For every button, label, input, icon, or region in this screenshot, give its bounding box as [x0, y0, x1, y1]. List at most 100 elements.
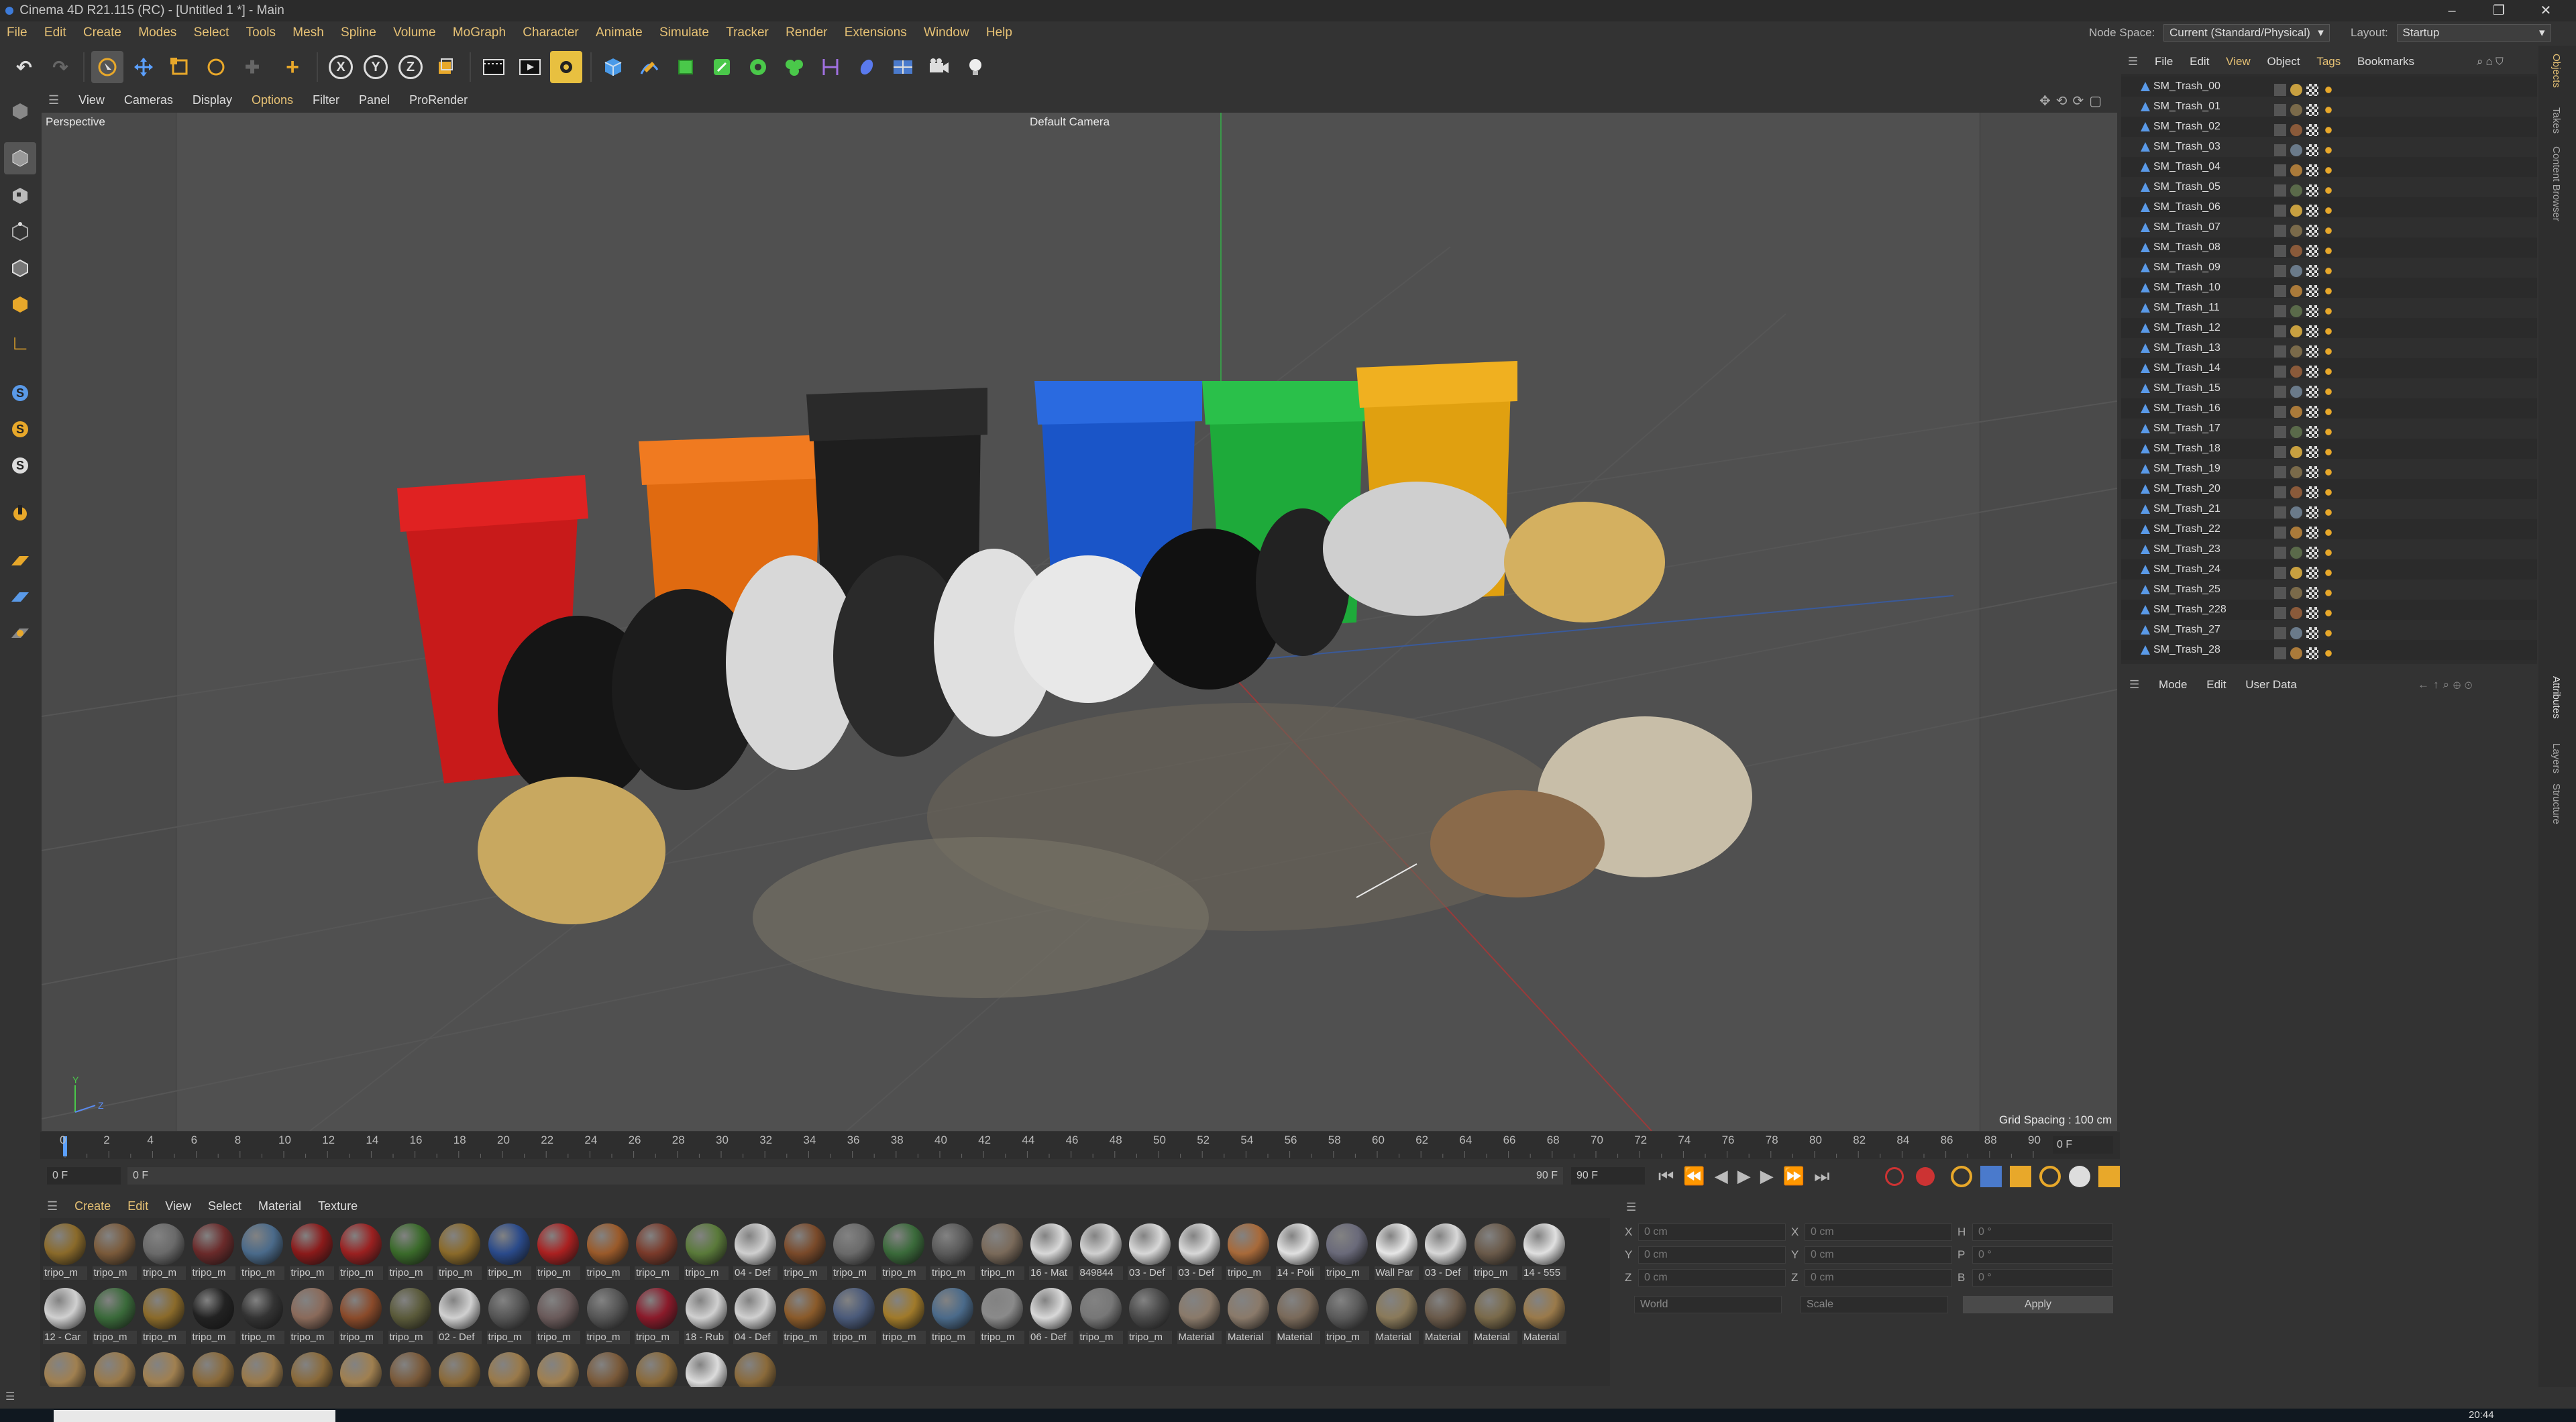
play-icon[interactable]: ▶ — [1737, 1166, 1760, 1186]
phong-tag-icon[interactable] — [2322, 405, 2334, 418]
material-tag-icon[interactable] — [2290, 606, 2302, 619]
visibility-toggle-icon[interactable] — [2274, 425, 2286, 438]
status-hamburger-icon[interactable]: ☰ — [5, 1390, 15, 1403]
texture-tag-icon[interactable] — [2306, 305, 2318, 317]
position-z-field[interactable]: 0 cm — [1638, 1269, 1786, 1287]
viewport-menu-panel[interactable]: Panel — [351, 89, 398, 111]
material-tag-icon[interactable] — [2290, 345, 2302, 358]
material-tag-icon[interactable] — [2290, 123, 2302, 136]
key-position-icon[interactable] — [1980, 1166, 2002, 1187]
object-row[interactable]: SM_Trash_05 — [2121, 177, 2537, 197]
texture-tag-icon[interactable] — [2306, 466, 2318, 478]
material-swatch[interactable]: 14 - Poli — [1275, 1222, 1320, 1282]
attributes-menu-edit[interactable]: Edit — [2198, 671, 2234, 699]
phong-tag-icon[interactable] — [2322, 103, 2334, 116]
viewport-hamburger-icon[interactable]: ☰ — [40, 89, 67, 111]
material-swatch[interactable]: tripo_m — [832, 1287, 876, 1347]
material-swatch[interactable]: tripo_m — [240, 1222, 284, 1282]
keyframe-selection-icon[interactable] — [1951, 1166, 1972, 1187]
material-swatch[interactable]: tripo_m — [979, 1222, 1024, 1282]
tweak-mode-icon[interactable] — [4, 498, 36, 530]
visibility-toggle-icon[interactable] — [2274, 546, 2286, 559]
rotate-icon[interactable] — [200, 51, 232, 83]
texture-tag-icon[interactable] — [2306, 244, 2318, 257]
material-swatch[interactable]: Material — [1275, 1287, 1320, 1347]
preview-range-bar[interactable]: 0 F 90 F — [127, 1167, 1563, 1185]
visibility-toggle-icon[interactable] — [2274, 345, 2286, 358]
material-tag-icon[interactable] — [2290, 626, 2302, 639]
scale-icon[interactable] — [164, 51, 196, 83]
visibility-toggle-icon[interactable] — [2274, 606, 2286, 619]
material-swatch[interactable]: Material — [1374, 1287, 1419, 1347]
material-swatch[interactable]: tripo_m — [388, 1287, 433, 1347]
texture-tag-icon[interactable] — [2306, 586, 2318, 599]
object-menu-edit[interactable]: Edit — [2183, 51, 2216, 72]
next-frame-icon[interactable]: ▶ — [1760, 1166, 1783, 1186]
light-icon[interactable] — [959, 51, 991, 83]
menu-character[interactable]: Character — [516, 21, 585, 44]
tab-layers[interactable]: Layers — [2551, 743, 2562, 773]
cloner-icon[interactable] — [742, 51, 774, 83]
material-menu-edit[interactable]: Edit — [121, 1195, 155, 1217]
object-row[interactable]: SM_Trash_25 — [2121, 580, 2537, 600]
material-swatch[interactable]: tripo_m — [1226, 1222, 1271, 1282]
tab-attributes[interactable]: Attributes — [2551, 676, 2562, 718]
material-tag-icon[interactable] — [2290, 224, 2302, 237]
phong-tag-icon[interactable] — [2322, 224, 2334, 237]
texture-tag-icon[interactable] — [2306, 325, 2318, 337]
material-swatch[interactable]: tripo_m — [881, 1222, 926, 1282]
visibility-toggle-icon[interactable] — [2274, 506, 2286, 518]
material-tag-icon[interactable] — [2290, 405, 2302, 418]
object-row[interactable]: SM_Trash_20 — [2121, 479, 2537, 499]
material-tag-icon[interactable] — [2290, 244, 2302, 257]
minimize-button[interactable]: – — [2428, 0, 2475, 21]
viewport-nav-icons[interactable]: ✥⟲⟳▢ — [2039, 93, 2107, 109]
menu-modes[interactable]: Modes — [131, 21, 183, 44]
texture-tag-icon[interactable] — [2306, 204, 2318, 217]
material-swatch[interactable]: 04 - Def — [733, 1222, 777, 1282]
object-row[interactable]: SM_Trash_12 — [2121, 318, 2537, 338]
material-swatch[interactable]: tripo_m — [1078, 1287, 1123, 1347]
material-tag-icon[interactable] — [2290, 305, 2302, 317]
object-row[interactable]: SM_Trash_228 — [2121, 600, 2537, 620]
texture-tag-icon[interactable] — [2306, 647, 2318, 659]
extrude-generator-icon[interactable] — [706, 51, 738, 83]
material-tag-icon[interactable] — [2290, 466, 2302, 478]
apply-button[interactable]: Apply — [1963, 1296, 2113, 1313]
y-axis-lock-button[interactable]: Y — [360, 51, 392, 83]
model-mode-icon[interactable] — [4, 142, 36, 174]
material-swatch[interactable]: tripo_m — [585, 1287, 630, 1347]
phong-tag-icon[interactable] — [2322, 626, 2334, 639]
phong-tag-icon[interactable] — [2322, 526, 2334, 539]
x-axis-lock-button[interactable]: X — [325, 51, 357, 83]
object-row[interactable]: SM_Trash_00 — [2121, 76, 2537, 97]
visibility-toggle-icon[interactable] — [2274, 385, 2286, 398]
rotation-b-field[interactable]: 0 ° — [1972, 1269, 2113, 1287]
menu-edit[interactable]: Edit — [38, 21, 73, 44]
object-menu-file[interactable]: File — [2148, 51, 2180, 72]
position-x-field[interactable]: 0 cm — [1638, 1223, 1786, 1241]
phong-tag-icon[interactable] — [2322, 365, 2334, 378]
key-rotation-icon[interactable] — [2039, 1166, 2061, 1187]
material-swatch[interactable]: tripo_m — [437, 1222, 482, 1282]
material-tag-icon[interactable] — [2290, 184, 2302, 197]
visibility-toggle-icon[interactable] — [2274, 305, 2286, 317]
phong-tag-icon[interactable] — [2322, 466, 2334, 478]
visibility-toggle-icon[interactable] — [2274, 123, 2286, 136]
material-swatch[interactable]: tripo_m — [635, 1287, 679, 1347]
visibility-toggle-icon[interactable] — [2274, 184, 2286, 197]
object-row[interactable]: SM_Trash_19 — [2121, 459, 2537, 479]
phong-tag-icon[interactable] — [2322, 144, 2334, 156]
enable-snap-icon[interactable]: S — [4, 377, 36, 409]
tab-takes[interactable]: Takes — [2551, 107, 2562, 133]
locked-workplane-icon[interactable] — [4, 581, 36, 613]
texture-tag-icon[interactable] — [2306, 164, 2318, 176]
current-frame-field[interactable]: 0 F — [2053, 1136, 2113, 1154]
material-swatch[interactable]: 03 - Def — [1424, 1222, 1468, 1282]
texture-mode-icon[interactable] — [4, 180, 36, 212]
menu-animate[interactable]: Animate — [589, 21, 649, 44]
material-tag-icon[interactable] — [2290, 526, 2302, 539]
object-row[interactable]: SM_Trash_23 — [2121, 539, 2537, 559]
move-icon[interactable] — [127, 51, 160, 83]
menu-select[interactable]: Select — [187, 21, 236, 44]
